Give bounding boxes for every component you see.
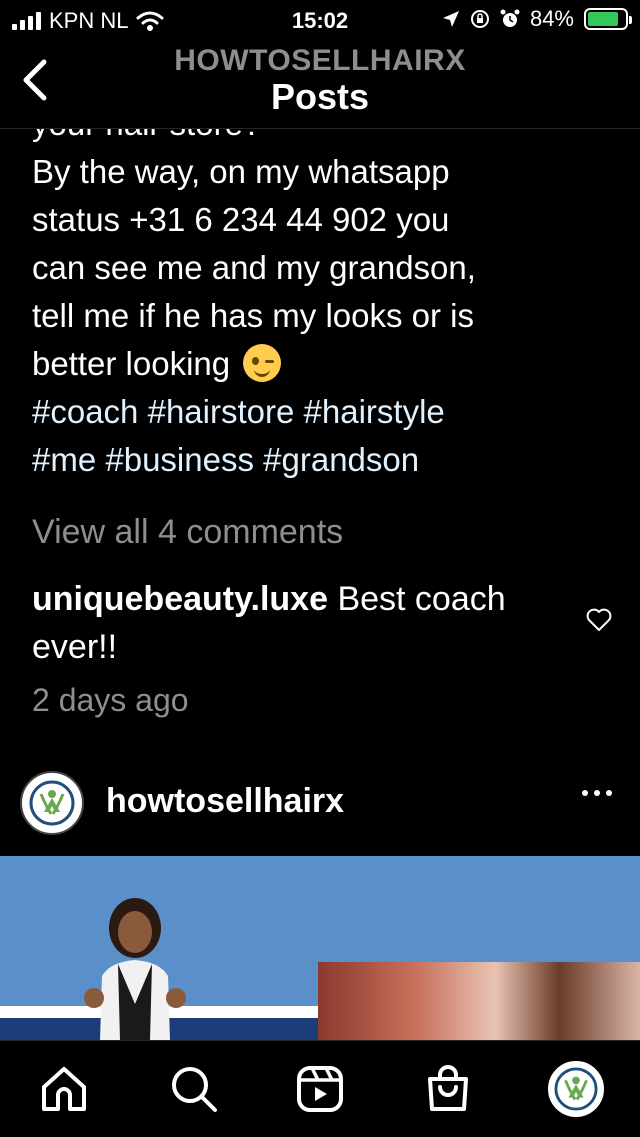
coach-photo [84, 898, 186, 1040]
post-caption: your hair store? By the way, on my whats… [32, 128, 612, 484]
caption-area: your hair store? By the way, on my whats… [0, 128, 640, 508]
hashtag-link[interactable]: #grandson [263, 441, 419, 478]
status-bar: KPN NL 15:02 84% [0, 0, 640, 40]
search-icon[interactable] [168, 1063, 220, 1115]
caption-line: By the way, on my whatsapp [32, 153, 450, 190]
home-icon[interactable] [38, 1063, 90, 1115]
hashtag-link[interactable]: #coach [32, 393, 138, 430]
post-image[interactable] [0, 856, 640, 1040]
hashtag-link[interactable]: #hairstore [148, 393, 295, 430]
battery-fill [588, 12, 619, 26]
comment-username[interactable]: uniquebeauty.luxe [32, 580, 328, 618]
caption-line: tell me if he has my looks or is [32, 297, 474, 334]
battery-icon [584, 8, 632, 30]
caption-text: better looking [32, 345, 231, 382]
caption-line: your hair store? [32, 128, 612, 148]
more-options-icon[interactable] [582, 790, 612, 796]
hashtag-link[interactable]: #hairstyle [304, 393, 445, 430]
post-username[interactable]: howtosellhairx [106, 782, 344, 821]
students-photo [318, 962, 640, 1040]
view-all-comments-link[interactable]: View all 4 comments [32, 513, 343, 552]
alarm-icon [500, 9, 520, 27]
hashtag-link[interactable]: #me [32, 441, 96, 478]
profile-tab-avatar[interactable] [548, 1061, 604, 1117]
bottom-nav [0, 1040, 640, 1137]
hashtags-line: #coach #hairstore #hairstyle [32, 388, 612, 436]
header-account: HOWTOSELLHAIRX [174, 44, 466, 77]
status-right: 84% [442, 6, 632, 32]
caption-line: status +31 6 234 44 902 you [32, 201, 450, 238]
post-timestamp: 2 days ago [32, 682, 189, 718]
orientation-lock-icon [470, 10, 489, 28]
location-arrow-icon [442, 11, 459, 27]
page-title: Posts [270, 76, 370, 117]
heart-icon[interactable] [586, 607, 612, 633]
hashtags-line: #me #business #grandson [32, 436, 612, 484]
nav-header: HOWTOSELLHAIRX Posts [0, 40, 640, 129]
hashtag-link[interactable]: #business [105, 441, 254, 478]
battery-percent: 84% [529, 6, 574, 31]
brand-logo-icon [554, 1067, 598, 1111]
post-header: howtosellhairx [0, 768, 640, 838]
avatar[interactable] [20, 771, 84, 835]
brand-logo-icon [29, 780, 75, 826]
reels-icon[interactable] [294, 1063, 346, 1115]
caption-line: can see me and my grandson, [32, 249, 476, 286]
shop-icon[interactable] [422, 1063, 474, 1115]
winking-face-icon [243, 344, 282, 383]
comment-preview: uniquebeauty.luxe Best coach ever!! [32, 575, 552, 671]
caption-line: better looking [32, 340, 612, 388]
